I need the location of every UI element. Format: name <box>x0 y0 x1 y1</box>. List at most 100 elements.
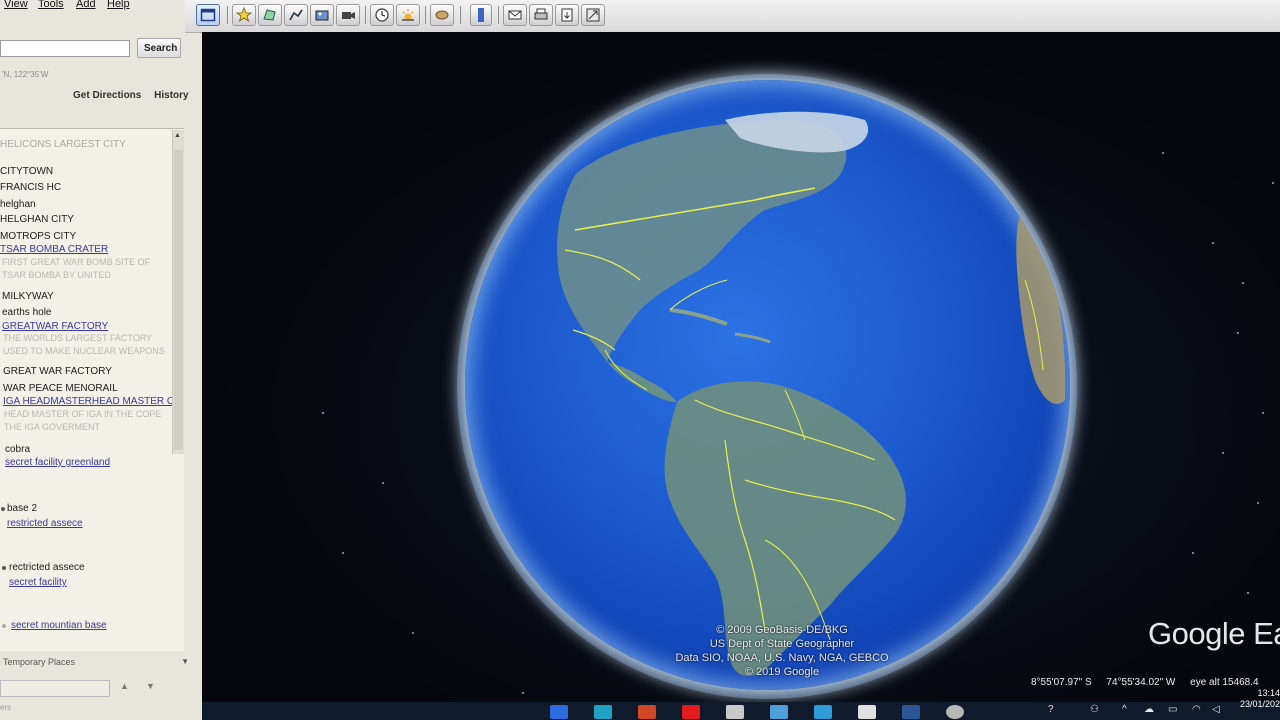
place-item[interactable]: MOTROPS CITY <box>0 231 76 242</box>
save-image-icon[interactable] <box>555 4 579 26</box>
volume-icon[interactable]: ◁ <box>1212 704 1220 715</box>
continents-layer <box>557 111 1066 676</box>
places-panel: HELICONS LARGEST CITY CITYTOWN FRANCIS H… <box>0 128 184 651</box>
ruler-icon[interactable] <box>470 4 492 26</box>
taskbar-app-icon[interactable] <box>594 705 612 719</box>
google-earth-logo: Google Ea <box>1148 616 1280 651</box>
menu-view[interactable]: View <box>4 0 28 10</box>
place-link[interactable]: restricted assece <box>7 518 83 529</box>
search-button[interactable]: Search <box>137 38 181 58</box>
place-description: THE IGA GOVERMENT <box>4 422 101 432</box>
view-in-maps-icon[interactable] <box>581 4 605 26</box>
toolbar-separator <box>498 6 499 24</box>
taskbar-app-icon[interactable] <box>858 705 876 719</box>
place-item[interactable]: base 2 <box>7 503 37 514</box>
chevron-up-icon[interactable]: ^ <box>1122 704 1127 715</box>
record-tour-icon[interactable] <box>336 4 360 26</box>
sidebar-footer: ers <box>0 703 12 712</box>
clock-time: 13:14 <box>1257 688 1280 698</box>
temporary-places-label: Temporary Places <box>3 657 76 667</box>
temporary-places[interactable]: Temporary Places ▼ <box>0 657 195 671</box>
help-icon[interactable]: ? <box>1048 704 1054 715</box>
toolbar <box>185 0 1280 33</box>
place-description: FIRST GREAT WAR BOMB SITE OF <box>2 257 151 267</box>
status-bar: 8°55'07.97" S 74°55'34.02" W eye alt 154… <box>1031 677 1271 688</box>
add-path-icon[interactable] <box>284 4 308 26</box>
place-link[interactable]: IGA HEADMASTERHEAD MASTER OF <box>3 396 181 407</box>
panel-bottom-controls: ▲ ▼ <box>0 678 185 698</box>
sunlight-icon[interactable] <box>396 4 420 26</box>
directions-links: Get Directions History <box>73 90 199 101</box>
chevron-down-icon[interactable]: ▼ <box>181 657 189 666</box>
scroll-up-icon[interactable]: ▲ <box>174 132 181 139</box>
places-header: HELICONS LARGEST CITY <box>0 139 126 150</box>
taskbar-app-icon[interactable] <box>902 705 920 719</box>
add-polygon-icon[interactable] <box>258 4 282 26</box>
place-description: HEAD MASTER OF IGA IN THE COPE <box>4 409 162 419</box>
taskbar-app-icon[interactable] <box>682 705 700 719</box>
place-link[interactable]: secret facility <box>9 577 67 588</box>
place-item[interactable]: cobra <box>5 444 30 455</box>
place-item[interactable]: MILKYWAY <box>2 291 54 302</box>
attribution-line: US Dept of State Geographer <box>709 638 855 650</box>
place-item[interactable]: HELGHAN CITY <box>0 214 74 225</box>
taskbar-app-icon[interactable] <box>726 705 744 719</box>
attribution-line: © 2019 Google <box>744 666 820 678</box>
latitude-readout: 8°55'07.97" S <box>1031 677 1092 688</box>
place-link[interactable]: secret mountian base <box>11 620 107 631</box>
menu-bar: View Tools Add Help <box>0 0 185 10</box>
place-link[interactable]: secret facility greenland <box>5 457 110 468</box>
taskbar-app-icon[interactable] <box>770 705 788 719</box>
people-icon[interactable]: ⚇ <box>1090 704 1099 715</box>
taskbar-clock[interactable]: 13:14 23/01/202 <box>1230 688 1280 710</box>
menu-add[interactable]: Add <box>76 0 96 10</box>
taskbar-app-icon[interactable] <box>814 705 832 719</box>
globe[interactable] <box>465 80 1070 690</box>
add-placemark-icon[interactable] <box>232 4 256 26</box>
place-item[interactable]: helghan <box>0 199 36 210</box>
get-directions-link[interactable]: Get Directions <box>73 90 141 101</box>
placemark-dot <box>1 507 5 511</box>
print-icon[interactable] <box>529 4 553 26</box>
place-item[interactable]: CITYTOWN <box>0 166 53 177</box>
move-up-icon[interactable]: ▲ <box>120 681 129 691</box>
place-link[interactable]: TSAR BOMBA CRATER <box>0 244 108 255</box>
clock-date: 23/01/202 <box>1239 699 1280 709</box>
taskbar-app-icon[interactable] <box>638 705 656 719</box>
planets-icon[interactable] <box>430 4 454 26</box>
taskbar-app-icon[interactable] <box>550 705 568 719</box>
historical-imagery-icon[interactable] <box>370 4 394 26</box>
add-overlay-icon[interactable] <box>310 4 334 26</box>
imagery-attribution: © 2009 GeoBasis-DE/BKG US Dept of State … <box>642 623 922 679</box>
earth-3d-view[interactable]: © 2009 GeoBasis-DE/BKG US Dept of State … <box>202 32 1280 716</box>
menu-tools[interactable]: Tools <box>38 0 64 10</box>
email-icon[interactable] <box>503 4 527 26</box>
attribution-line: Data SIO, NOAA, U.S. Navy, NGA, GEBCO <box>675 652 889 664</box>
battery-icon: ▭ <box>1168 704 1178 715</box>
history-link[interactable]: History <box>154 90 188 101</box>
scroll-thumb[interactable] <box>174 150 183 450</box>
place-item[interactable]: earths hole <box>2 307 51 318</box>
taskbar-app-icon[interactable] <box>946 705 964 719</box>
taskbar: ? ⚇ ^ ☁ ▭ ◠ ◁ 13:14 23/01/202 <box>202 688 1280 720</box>
sidebar-toggle-icon[interactable] <box>196 4 220 26</box>
panel-field[interactable] <box>0 680 110 697</box>
wifi-icon[interactable]: ◠ <box>1192 704 1201 715</box>
search-coords-hint: 'N, 122°35'W <box>2 70 49 79</box>
place-item[interactable]: GREAT WAR FACTORY <box>3 366 112 377</box>
place-item[interactable]: rectricted assece <box>9 562 85 573</box>
place-item[interactable]: WAR PEACE MENORAIL <box>3 383 118 394</box>
menu-help[interactable]: Help <box>107 0 130 10</box>
places-scrollbar[interactable]: ▲ <box>172 130 184 454</box>
cloud-icon[interactable]: ☁ <box>1144 704 1154 715</box>
attribution-line: © 2009 GeoBasis-DE/BKG <box>716 624 848 636</box>
search-input[interactable] <box>0 40 130 57</box>
move-down-icon[interactable]: ▼ <box>146 681 155 691</box>
sidebar: Search 'N, 122°35'W Get Directions Histo… <box>0 10 203 720</box>
placemark-dot <box>2 566 6 570</box>
place-link[interactable]: GREATWAR FACTORY <box>2 321 108 332</box>
place-description: USED TO MAKE NUCLEAR WEAPONS <box>3 346 165 356</box>
toolbar-separator <box>365 6 366 24</box>
place-item[interactable]: FRANCIS HC <box>0 182 61 193</box>
toolbar-separator <box>460 6 461 24</box>
